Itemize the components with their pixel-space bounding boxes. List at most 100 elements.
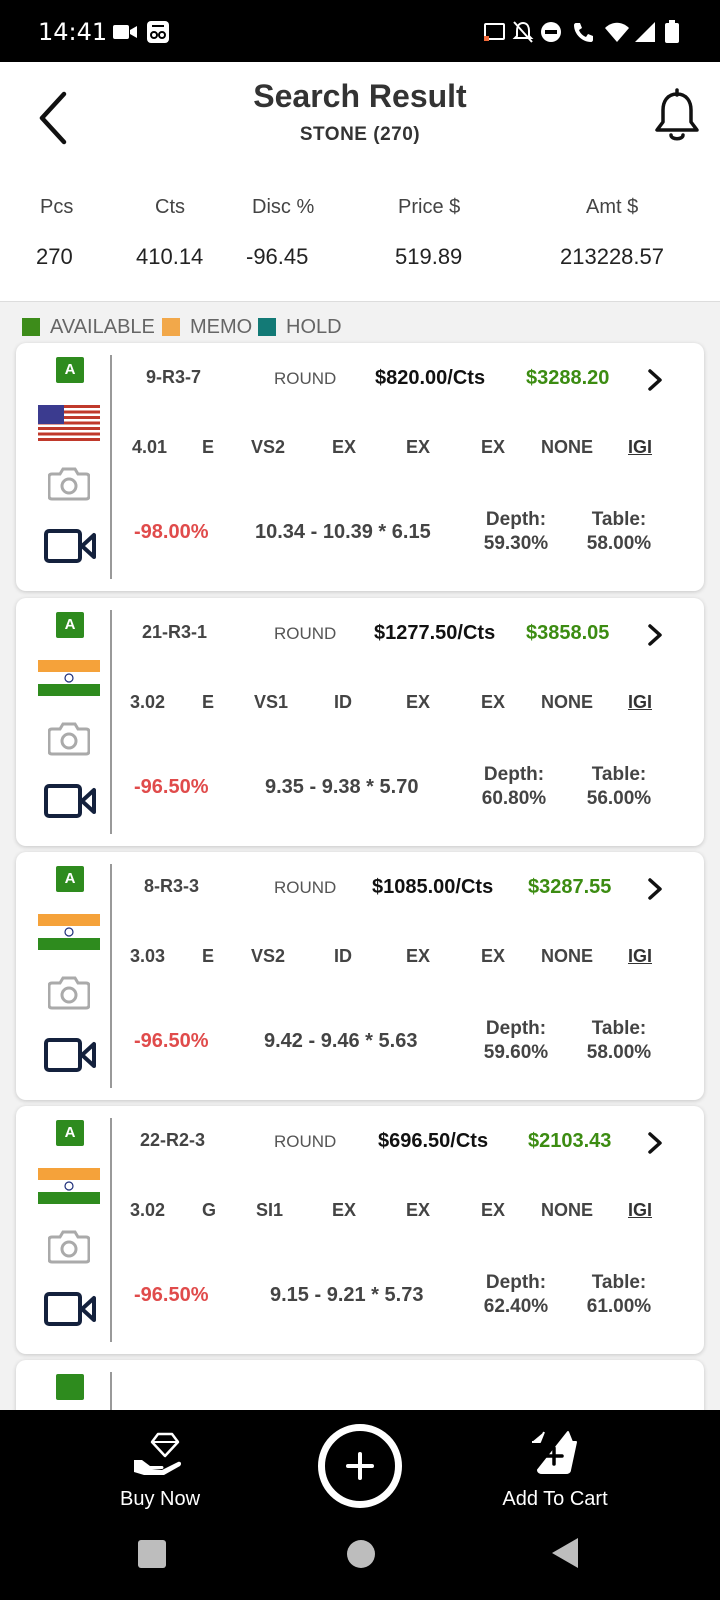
stone-symmetry: EX [481,1200,506,1220]
system-back-button[interactable] [550,1536,580,1570]
stone-clarity: SI1 [256,1200,284,1220]
legend-label-hold: HOLD [286,316,342,338]
table-label: Table: [591,509,647,530]
certificate-lab-link[interactable]: IGI [628,1200,652,1221]
availability-badge: A [56,357,84,383]
depth-value: 60.80% [481,788,547,809]
certificate-lab-link[interactable]: IGI [628,437,652,458]
stone-card[interactable]: A 9-R3-7 ROUND $820.00/Cts $3288.20 4.01… [16,343,704,591]
table-value: 61.00% [586,1296,652,1317]
video-icon[interactable] [44,784,96,818]
stone-color: E [202,692,215,712]
stone-clarity: VS1 [254,692,289,712]
chevron-right-icon[interactable] [644,367,666,393]
price-per-carat: $1085.00/Cts [372,876,494,898]
chevron-right-icon[interactable] [644,1130,666,1156]
summary-value-cts: 410.14 [136,244,204,269]
buy-now-label: Buy Now [119,1488,201,1510]
battery-icon [665,20,679,43]
legend-label-available: AVAILABLE [50,316,155,338]
stone-color: G [202,1200,217,1220]
notification-bell-button[interactable] [652,88,702,144]
app-notification-icon [147,21,169,43]
card-divider [110,1372,112,1412]
certificate-lab-link[interactable]: IGI [628,946,652,967]
depth-label: Depth: [485,1272,547,1293]
summary-label-cts: Cts [155,196,185,218]
depth-value: 59.30% [483,533,549,554]
table-label: Table: [591,764,647,785]
stone-card[interactable]: A 21-R3-1 ROUND $1277.50/Cts $3858.05 3.… [16,598,704,846]
depth-label: Depth: [483,764,545,785]
stone-shape: ROUND [274,878,337,897]
legend-swatch-available [22,318,40,336]
stone-shape: ROUND [274,369,337,388]
india-flag-icon [38,1168,100,1204]
summary-label-price: Price $ [398,196,461,218]
add-to-cart-button[interactable]: Add To Cart [480,1410,630,1520]
stone-shape: ROUND [274,1132,337,1151]
stone-carat: 3.02 [130,692,166,712]
availability-badge: A [56,866,84,892]
stone-card[interactable]: A 22-R2-3 ROUND $696.50/Cts $2103.43 3.0… [16,1106,704,1354]
depth-label: Depth: [485,509,547,530]
video-icon[interactable] [44,1038,96,1072]
stone-symmetry: EX [481,437,506,457]
recent-apps-button[interactable] [138,1540,166,1568]
camera-icon[interactable] [48,465,90,501]
stone-cut: EX [332,437,357,457]
summary-label-amt: Amt $ [586,196,639,218]
stone-measurements: 9.35 - 9.38 * 5.70 [265,776,419,798]
add-button[interactable] [318,1424,402,1508]
stone-amount: $3858.05 [526,622,610,644]
legend-swatch-memo [162,318,180,336]
stone-color: E [202,946,215,966]
signal-icon [635,22,655,42]
notifications-off-icon [512,21,534,43]
stone-polish: EX [406,692,431,712]
certificate-lab-link[interactable]: IGI [628,692,652,713]
video-icon[interactable] [44,529,96,563]
plus-icon [346,1452,374,1480]
video-icon[interactable] [44,1292,96,1326]
stone-polish: EX [406,437,431,457]
chevron-right-icon[interactable] [644,876,666,902]
cast-icon [484,23,505,41]
stone-id: 9-R3-7 [146,367,202,387]
stone-fluorescence: NONE [541,692,594,712]
video-call-icon [113,25,137,39]
card-divider [110,864,112,1088]
camera-icon[interactable] [48,1228,90,1264]
india-flag-icon [38,660,100,696]
camera-icon[interactable] [48,974,90,1010]
depth-value: 59.60% [483,1042,549,1063]
status-bar: 14:41 [0,0,720,62]
summary-label-disc: Disc % [252,196,315,218]
stone-amount: $3287.55 [528,876,612,898]
table-value: 58.00% [586,533,652,554]
stone-cut: ID [334,692,352,712]
stone-symmetry: EX [481,946,506,966]
stone-cut: EX [332,1200,357,1220]
stone-fluorescence: NONE [541,437,594,457]
stone-polish: EX [406,946,431,966]
stone-card[interactable]: A 8-R3-3 ROUND $1085.00/Cts $3287.55 3.0… [16,852,704,1100]
table-label: Table: [591,1018,647,1039]
stone-carat: 3.02 [130,1200,166,1220]
diamond-hand-icon [134,1432,182,1475]
stone-color: E [202,437,215,457]
buy-now-button[interactable]: Buy Now [100,1410,220,1520]
camera-icon[interactable] [48,720,90,756]
stone-discount: -96.50% [134,1030,209,1052]
add-to-cart-label: Add To Cart [502,1488,608,1510]
cart-add-icon [532,1431,577,1474]
price-per-carat: $820.00/Cts [375,367,486,389]
home-button[interactable] [347,1540,375,1568]
table-value: 56.00% [586,788,652,809]
us-flag-icon [38,405,100,441]
stone-id: 8-R3-3 [144,876,200,896]
summary-value-pcs: 270 [36,244,73,269]
stone-amount: $2103.43 [528,1130,612,1152]
table-label: Table: [591,1272,647,1293]
chevron-right-icon[interactable] [644,622,666,648]
